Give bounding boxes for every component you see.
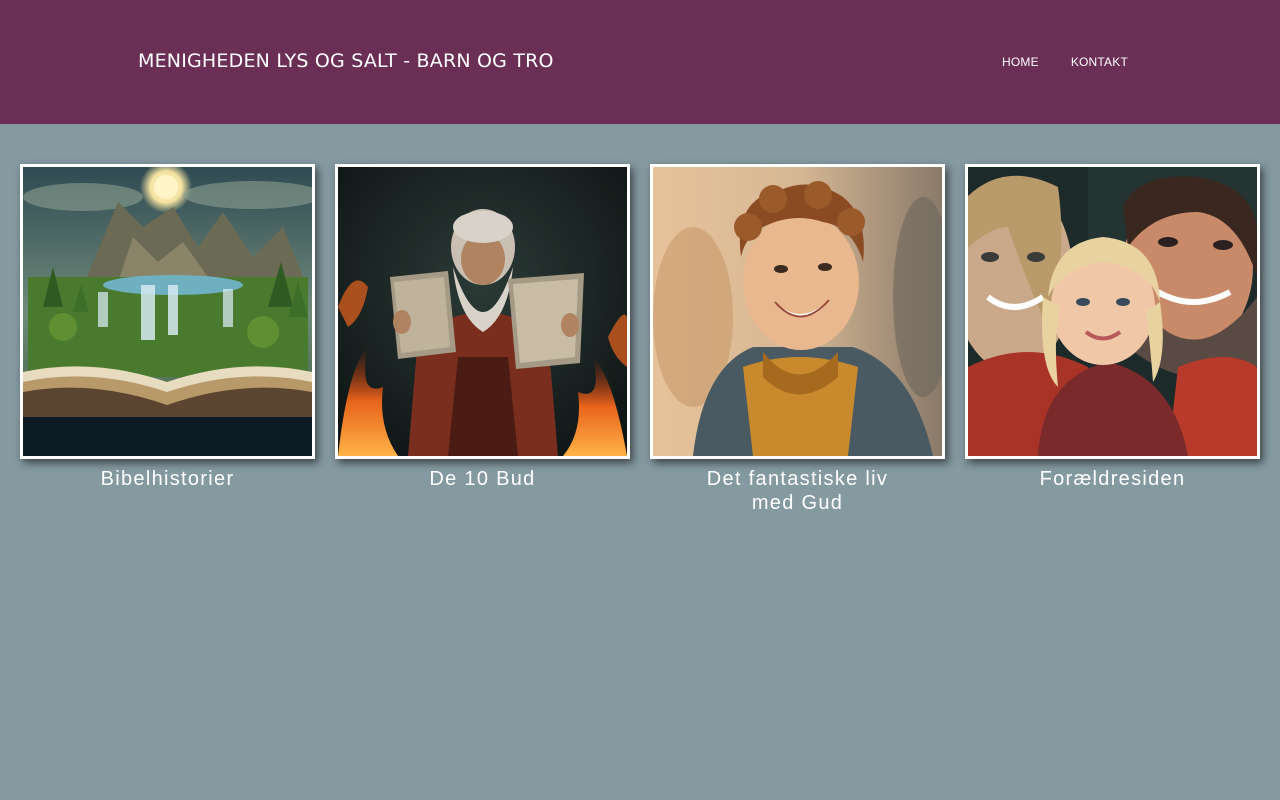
gallery: Bibelhistorier De 10 Bud Det fantastiske…: [20, 164, 1260, 544]
gallery-card-foraeldresiden[interactable]: Forældresiden: [965, 164, 1260, 491]
site-title-link[interactable]: MENIGHEDEN LYS OG SALT - BARN OG TRO: [138, 50, 554, 72]
moses-tablets-image[interactable]: [335, 164, 630, 459]
gallery-caption[interactable]: Det fantastiske liv med Gud: [650, 467, 945, 515]
gallery-card-de-10-bud[interactable]: De 10 Bud: [335, 164, 630, 491]
site-header: MENIGHEDEN LYS OG SALT - BARN OG TRO HOM…: [0, 0, 1280, 124]
family-selfie-image[interactable]: [965, 164, 1260, 459]
gallery-caption[interactable]: Forældresiden: [965, 467, 1260, 491]
gallery-caption[interactable]: De 10 Bud: [335, 467, 630, 491]
nav-home-link[interactable]: HOME: [1002, 55, 1039, 69]
gallery-card-det-fantastiske-liv[interactable]: Det fantastiske liv med Gud: [650, 164, 945, 515]
open-book-landscape-image[interactable]: [20, 164, 315, 459]
smiling-boy-image[interactable]: [650, 164, 945, 459]
main-nav: HOME KONTAKT: [1002, 55, 1128, 69]
gallery-card-bibelhistorier[interactable]: Bibelhistorier: [20, 164, 315, 491]
nav-kontakt-link[interactable]: KONTAKT: [1071, 55, 1128, 69]
gallery-caption[interactable]: Bibelhistorier: [20, 467, 315, 491]
